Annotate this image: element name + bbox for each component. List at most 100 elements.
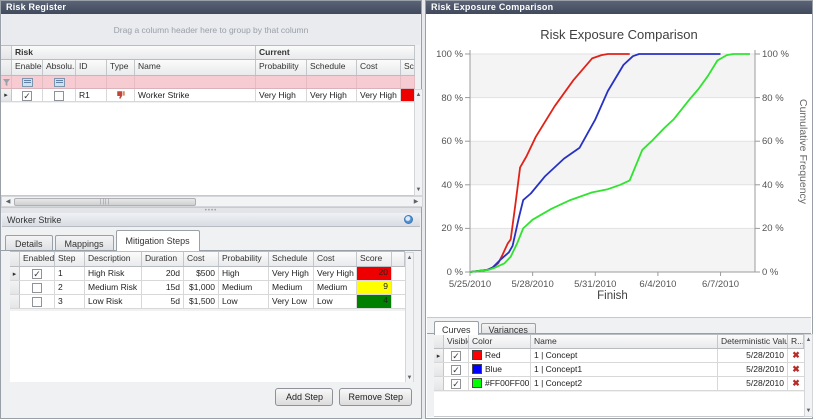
filter-absolute-icon[interactable] [43, 76, 76, 88]
mitigation-row-3[interactable]: 3 Low Risk 5d $1,500 Low Very Low Low 4 [10, 295, 405, 309]
risk-name: Worker Strike [135, 89, 256, 101]
mitigation-row-1[interactable]: ▸ ✓ 1 High Risk 20d $500 High Very High … [10, 267, 405, 281]
col-color[interactable]: Color [469, 335, 531, 348]
delete-x-icon[interactable]: ✖ [791, 364, 801, 375]
delete-x-icon[interactable]: ✖ [791, 350, 801, 361]
risk-table-vscrollbar[interactable]: ▲ ▼ [414, 89, 423, 196]
col-enabled[interactable]: Enabled [20, 252, 55, 266]
curve-visible-checkbox[interactable]: ✓ [444, 377, 469, 390]
curve-row-green[interactable]: ✓ #FF00FF00 1 | Concept2 5/28/2010 ✖ [434, 377, 804, 391]
scroll-down-icon[interactable]: ▼ [415, 187, 422, 193]
curves-vscrollbar[interactable]: ▲ ▼ [804, 334, 813, 417]
filter-schedule[interactable] [307, 76, 357, 88]
col-score[interactable]: Score [357, 252, 392, 266]
tab-mitigation-steps[interactable]: Mitigation Steps [116, 230, 200, 251]
filter-type[interactable] [107, 76, 135, 88]
filter-enabled-icon[interactable] [12, 76, 43, 88]
delete-x-icon[interactable]: ✖ [791, 378, 801, 389]
col-probability[interactable]: Probability [219, 252, 269, 266]
filter-name[interactable] [135, 76, 256, 88]
filler-cell [392, 267, 405, 280]
col-type[interactable]: Type [107, 60, 135, 75]
application-window: Risk Register Drag a column header here … [0, 0, 813, 419]
filter-probability[interactable] [256, 76, 307, 88]
scroll-up-icon[interactable]: ▲ [415, 92, 422, 98]
curve-visible-checkbox[interactable]: ✓ [444, 349, 469, 362]
col-id[interactable]: ID [76, 60, 107, 75]
mitigation-vscrollbar[interactable]: ▲ ▼ [405, 252, 414, 384]
curve-row-blue[interactable]: ✓ Blue 1 | Concept1 5/28/2010 ✖ [434, 363, 804, 377]
col-cost[interactable]: Cost [184, 252, 219, 266]
col-duration[interactable]: Duration [142, 252, 184, 266]
curve-row-red[interactable]: ▸ ✓ Red 1 | Concept 5/28/2010 ✖ [434, 349, 804, 363]
col-description[interactable]: Description [85, 252, 142, 266]
col-deterministic-value[interactable]: Deterministic Value [718, 335, 788, 348]
step-enabled-checkbox[interactable] [20, 281, 55, 294]
step-enabled-checkbox[interactable]: ✓ [20, 267, 55, 280]
chart-area: Risk Exposure Comparison 0 %20 %40 %60 %… [427, 14, 811, 317]
risk-table: Risk Current Enabled Absolu... ID Type N… [1, 45, 415, 102]
filter-cost[interactable] [357, 76, 401, 88]
risk-column-header-row: Enabled Absolu... ID Type Name Probabili… [1, 60, 415, 76]
step-probability: Medium [219, 281, 269, 294]
band-header-risk[interactable]: Risk [12, 46, 256, 59]
risk-band-header-row: Risk Current [1, 45, 415, 60]
row-header [10, 281, 20, 294]
col-schedule[interactable]: Schedule [307, 60, 357, 75]
scroll-down-icon[interactable]: ▼ [805, 408, 812, 414]
cumulative-frequency-chart[interactable] [460, 48, 765, 278]
tab-details[interactable]: Details [5, 235, 53, 251]
step-cost2: Very High [314, 267, 357, 280]
col-score[interactable]: Sc [401, 60, 415, 75]
scroll-left-icon[interactable]: ◀ [4, 199, 12, 205]
remove-curve-button[interactable]: ✖ [788, 377, 804, 390]
row-header [434, 377, 444, 390]
scroll-right-icon[interactable]: ▶ [412, 199, 420, 205]
current-row-marker: ▸ [1, 89, 12, 101]
scroll-down-icon[interactable]: ▼ [406, 375, 413, 381]
tab-mappings[interactable]: Mappings [55, 235, 114, 251]
risk-schedule: Very High [307, 89, 357, 101]
col-step[interactable]: Step [55, 252, 85, 266]
group-by-hint: Drag a column header here to group by th… [114, 25, 309, 35]
risk-table-hscrollbar[interactable]: ◀ ▶ |||| [1, 196, 423, 207]
chart-title: Risk Exposure Comparison [427, 27, 811, 42]
remove-curve-button[interactable]: ✖ [788, 363, 804, 376]
col-name[interactable]: Name [135, 60, 256, 75]
row-header [10, 295, 20, 308]
scroll-up-icon[interactable]: ▲ [805, 337, 812, 343]
remove-step-button[interactable]: Remove Step [339, 388, 412, 406]
x-tick-label: 6/7/2010 [691, 279, 751, 290]
col-enabled[interactable]: Enabled [12, 60, 43, 75]
group-by-dropzone[interactable]: Drag a column header here to group by th… [2, 14, 420, 45]
scroll-up-icon[interactable]: ▲ [406, 255, 413, 261]
filter-id[interactable] [76, 76, 107, 88]
col-cost2[interactable]: Cost [314, 252, 357, 266]
col-absolute[interactable]: Absolu... [43, 60, 76, 75]
curve-visible-checkbox[interactable]: ✓ [444, 363, 469, 376]
risk-register-title: Risk Register [1, 1, 421, 14]
filter-score[interactable] [401, 76, 415, 88]
risk-enabled-checkbox[interactable]: ✓ [12, 89, 43, 101]
col-filler [392, 252, 405, 266]
color-swatch [472, 378, 482, 388]
risk-absolute-checkbox[interactable] [43, 89, 76, 101]
y-tick-label: 60 % [433, 136, 463, 147]
step-schedule: Very High [269, 267, 314, 280]
col-probability[interactable]: Probability [256, 60, 307, 75]
step-enabled-checkbox[interactable] [20, 295, 55, 308]
hscroll-thumb[interactable]: |||| [14, 198, 196, 206]
col-cost[interactable]: Cost [357, 60, 401, 75]
col-name[interactable]: Name [531, 335, 718, 348]
col-visible[interactable]: Visible [444, 335, 469, 348]
pin-button-icon[interactable] [404, 215, 413, 224]
band-header-current[interactable]: Current [256, 46, 415, 59]
add-step-button[interactable]: Add Step [275, 388, 333, 406]
col-schedule[interactable]: Schedule [269, 252, 314, 266]
x-tick-label: 5/31/2010 [565, 279, 625, 290]
risk-row-worker-strike[interactable]: ▸ ✓ R1 Worker Strike Very High Very High… [1, 89, 415, 102]
tab-curves[interactable]: Curves [434, 321, 479, 335]
col-remove[interactable]: R... [788, 335, 804, 348]
remove-curve-button[interactable]: ✖ [788, 349, 804, 362]
mitigation-row-2[interactable]: 2 Medium Risk 15d $1,000 Medium Medium M… [10, 281, 405, 295]
